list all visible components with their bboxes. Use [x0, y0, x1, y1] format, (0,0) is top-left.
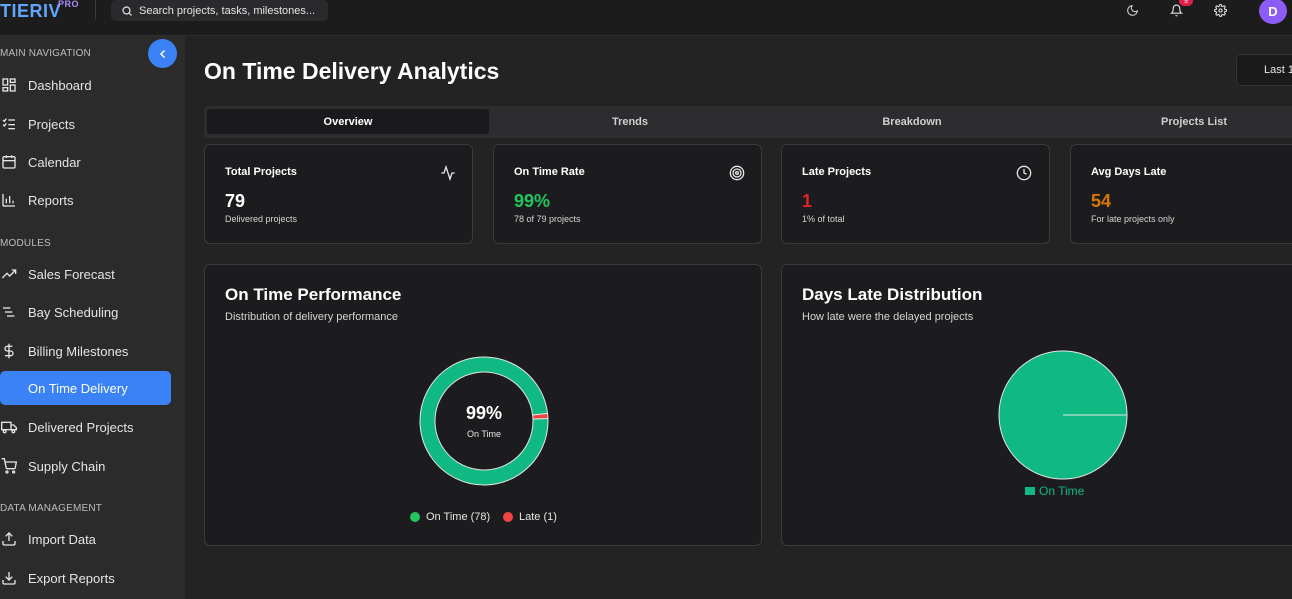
activity-icon	[441, 165, 455, 181]
stat-title: Late Projects	[802, 166, 872, 178]
calendar-icon	[0, 153, 18, 171]
trending-up-icon	[0, 265, 18, 283]
top-bar: TIERIV PRO Search projects, tasks, miles…	[0, 0, 1292, 36]
legend-swatch	[503, 512, 513, 522]
stat-value: 99%	[514, 191, 551, 211]
date-range-button[interactable]: Last 1	[1236, 54, 1292, 86]
download-icon	[0, 569, 18, 587]
dollar-icon	[0, 342, 18, 360]
theme-toggle-moon-icon[interactable]	[1124, 2, 1140, 18]
stat-card-total-projects: Total Projects 79 Delivered projects	[204, 144, 473, 244]
sidebar-item-on-time-delivery[interactable]: On Time Delivery	[0, 371, 171, 405]
target-icon	[729, 165, 745, 181]
sidebar-item-billing-milestones[interactable]: Billing Milestones	[0, 334, 171, 368]
stat-value: 54	[1091, 191, 1112, 211]
days-late-distribution-card: Days Late Distribution How late were the…	[781, 264, 1292, 546]
stat-subtitle: For late projects only	[1091, 214, 1175, 224]
stat-subtitle: 78 of 79 projects	[514, 214, 581, 224]
legend-on-time: On Time (78)	[410, 511, 490, 523]
pie-slice-on-time[interactable]	[998, 350, 1128, 480]
donut-center-label: On Time	[466, 429, 501, 439]
sidebar-item-label: Import Data	[28, 531, 96, 547]
tab-projects-list[interactable]: Projects List	[1053, 109, 1292, 134]
app-logo[interactable]: TIERIV PRO	[0, 0, 79, 22]
legend-on-time: On Time	[1025, 484, 1084, 498]
legend-swatch	[410, 512, 420, 522]
donut-center-value: 99%	[465, 403, 503, 423]
legend-swatch	[1025, 487, 1035, 495]
sidebar-item-label: On Time Delivery	[28, 380, 128, 396]
sidebar-item-projects[interactable]: Projects	[0, 107, 171, 141]
sidebar-item-label: Bay Scheduling	[28, 304, 119, 320]
sidebar-item-supply-chain[interactable]: Supply Chain	[0, 449, 171, 483]
legend-late: Late (1)	[503, 511, 557, 523]
stat-subtitle: Delivered projects	[225, 214, 298, 224]
sidebar-item-label: Export Reports	[28, 570, 115, 586]
sidebar-item-label: Projects	[28, 116, 75, 132]
sidebar-item-label: Supply Chain	[28, 458, 106, 474]
stat-title: Total Projects	[225, 166, 297, 178]
tab-overview[interactable]: Overview	[207, 109, 489, 134]
sidebar-item-delivered-projects[interactable]: Delivered Projects	[0, 410, 171, 444]
shopping-cart-icon	[0, 457, 18, 475]
search-icon	[122, 5, 132, 16]
search-placeholder: Search projects, tasks, milestones...	[139, 4, 316, 17]
days-late-pie-chart	[998, 350, 1128, 480]
sidebar-item-label: Delivered Projects	[28, 419, 134, 435]
sidebar-collapse-button[interactable]	[148, 39, 177, 68]
sidebar-item-sales-forecast[interactable]: Sales Forecast	[0, 257, 171, 291]
page-title: On Time Delivery Analytics	[204, 58, 500, 84]
sidebar-item-reports[interactable]: Reports	[0, 183, 171, 217]
stat-card-late-projects: Late Projects 1 1% of total	[781, 144, 1050, 244]
truck-icon	[0, 418, 18, 436]
top-divider	[95, 0, 96, 20]
sidebar: MAIN NAVIGATION Dashboard Projects Calen…	[0, 36, 185, 599]
section-title-modules: MODULES	[0, 238, 51, 249]
checklist-icon	[0, 115, 18, 133]
sidebar-item-bay-scheduling[interactable]: Bay Scheduling	[0, 295, 171, 329]
stat-title: On Time Rate	[514, 166, 585, 178]
stat-subtitle: 1% of total	[802, 214, 845, 224]
sidebar-item-label: Calendar	[28, 154, 81, 170]
section-title-data-management: DATA MANAGEMENT	[0, 503, 103, 514]
grid-icon	[0, 76, 18, 94]
on-time-performance-card: On Time Performance Distribution of deli…	[204, 264, 762, 546]
settings-gear-icon[interactable]	[1212, 2, 1228, 18]
tab-bar: Overview Trends Breakdown Projects List	[204, 106, 1292, 138]
legend-label: On Time	[1039, 484, 1085, 498]
legend-label: Late (1)	[519, 511, 557, 523]
user-avatar[interactable]: D	[1259, 0, 1287, 24]
notification-count-badge: 9	[1179, 0, 1193, 6]
legend-label: On Time (78)	[426, 511, 491, 523]
bar-chart-icon	[0, 191, 18, 209]
sidebar-item-calendar[interactable]: Calendar	[0, 145, 171, 179]
sidebar-item-export-reports[interactable]: Export Reports	[0, 561, 171, 595]
section-title-main-navigation: MAIN NAVIGATION	[0, 48, 91, 59]
chevron-left-icon	[159, 49, 165, 58]
tab-breakdown[interactable]: Breakdown	[771, 109, 1053, 134]
main-content: On Time Delivery Analytics Last 1 Overvi…	[185, 36, 1292, 599]
stat-value: 79	[225, 191, 246, 211]
sidebar-item-label: Billing Milestones	[28, 343, 129, 359]
stat-title: Avg Days Late	[1091, 166, 1167, 178]
sidebar-item-label: Reports	[28, 192, 74, 208]
stat-card-avg-days-late: Avg Days Late 54 For late projects only	[1070, 144, 1292, 244]
logo-text: TIERIV	[0, 1, 62, 21]
upload-icon	[0, 530, 18, 548]
global-search[interactable]: Search projects, tasks, milestones...	[111, 0, 328, 21]
sidebar-item-label: Dashboard	[28, 77, 92, 93]
stat-value: 1	[802, 191, 813, 211]
list-icon	[0, 303, 18, 321]
pro-badge: PRO	[58, 0, 80, 9]
sidebar-item-import-data[interactable]: Import Data	[0, 522, 171, 556]
clock-icon	[1016, 165, 1032, 181]
sidebar-item-label: Sales Forecast	[28, 266, 115, 282]
tab-trends[interactable]: Trends	[489, 109, 771, 134]
stat-card-on-time-rate: On Time Rate 99% 78 of 79 projects	[493, 144, 762, 244]
sidebar-item-dashboard[interactable]: Dashboard	[0, 68, 171, 102]
